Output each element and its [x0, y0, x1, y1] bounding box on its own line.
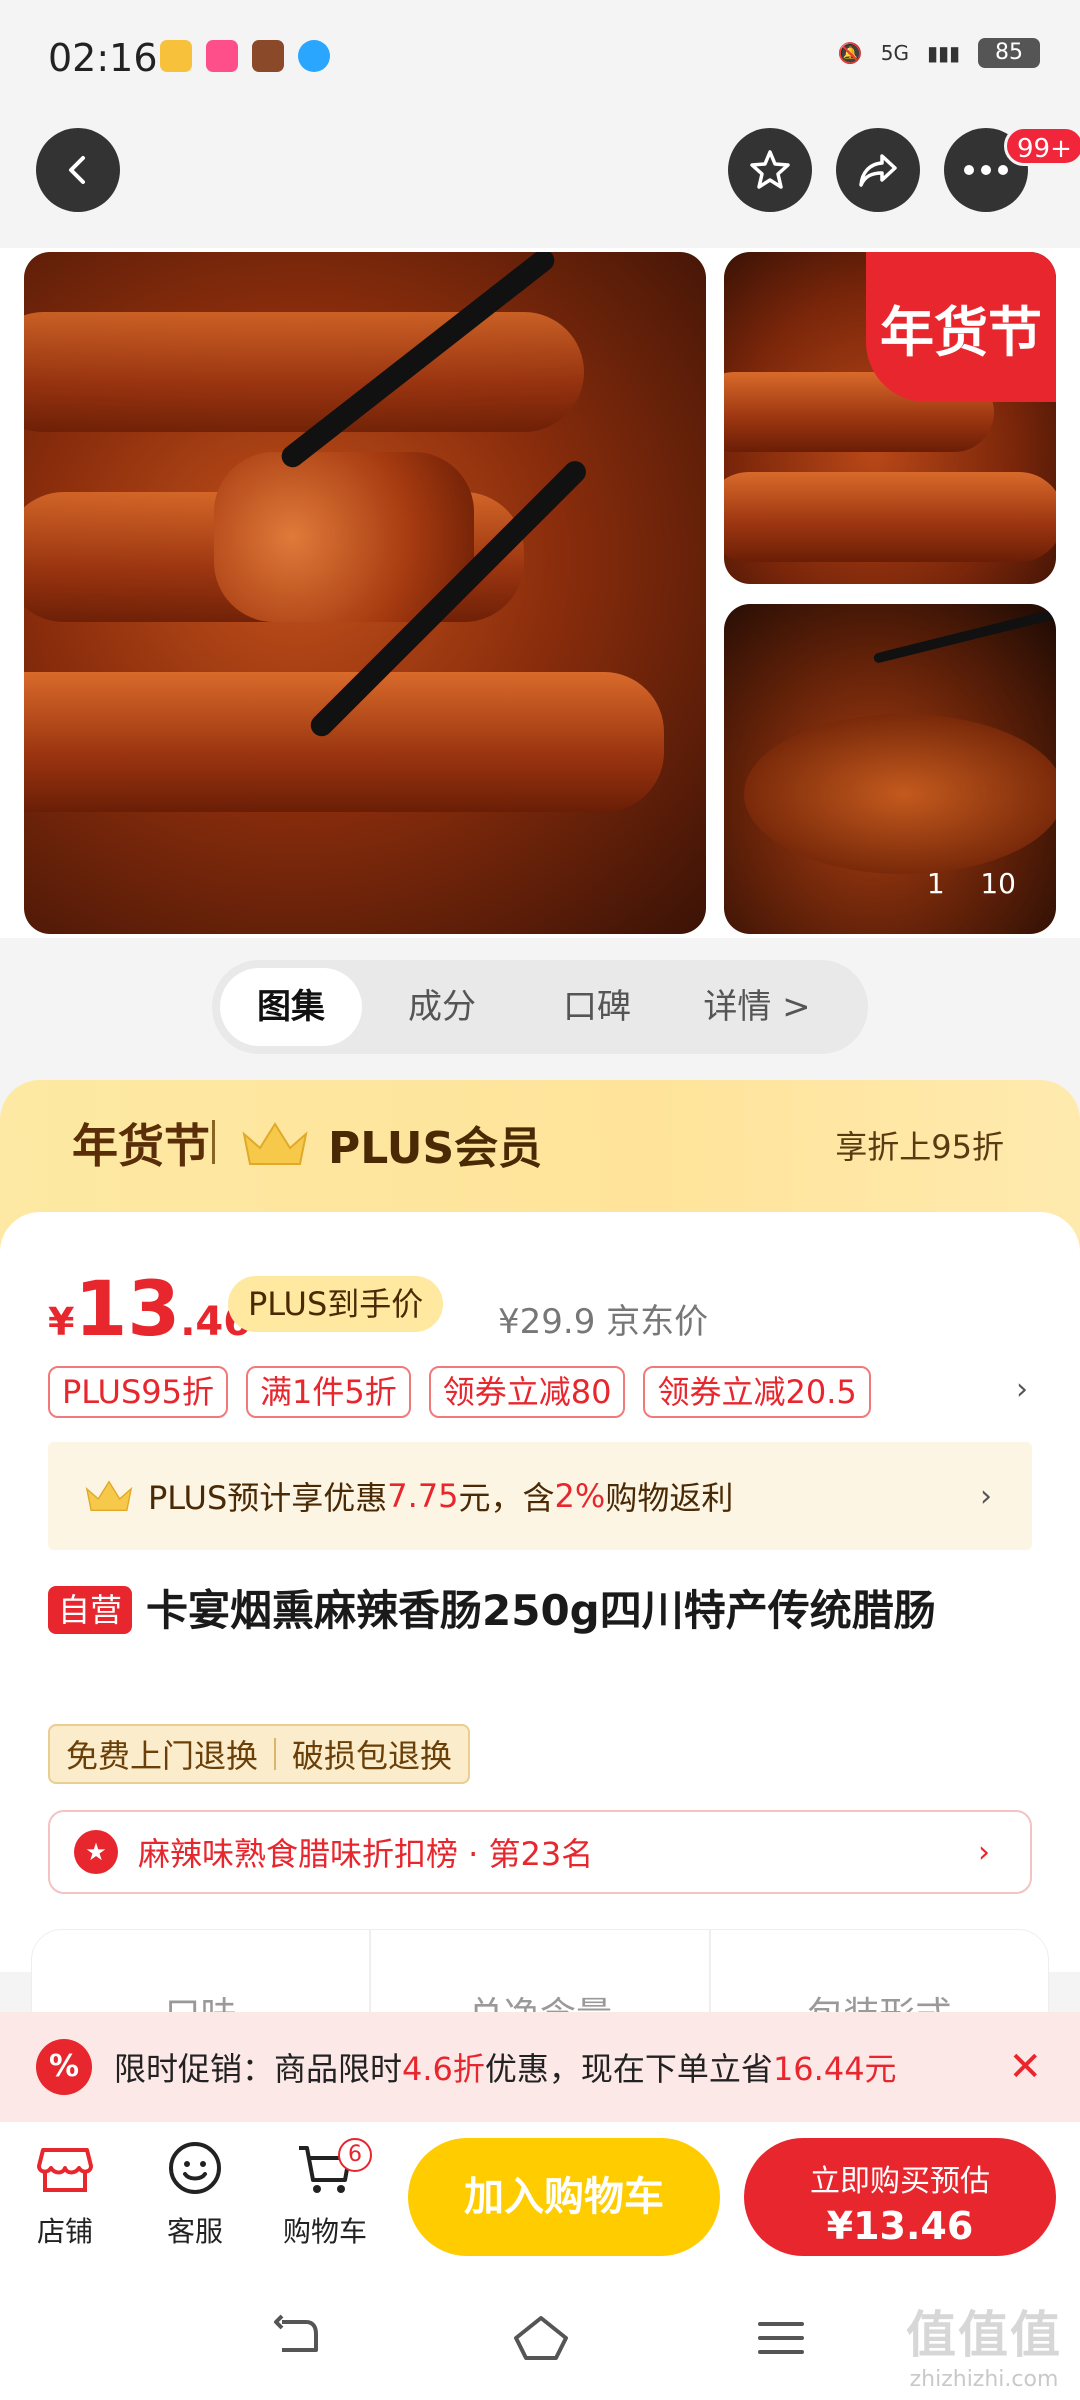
cart-count-badge: 6	[338, 2138, 372, 2172]
watermark: 值值值 zhizhizhi.com	[906, 2295, 1062, 2392]
favorite-button[interactable]	[728, 128, 812, 212]
plate-shape	[744, 714, 1056, 874]
coupon-chip[interactable]: 领券立减80	[428, 1366, 626, 1418]
thumbnail-photo[interactable]: 1 10	[724, 604, 1056, 934]
promo-bar[interactable]: % 限时促销：商品限时 4.6折 优惠，现在下单立省 16.44元 ✕	[0, 2012, 1080, 2122]
tooltip-caret	[886, 2108, 914, 2122]
ranking-text: 麻辣味熟食腊味折扣榜 · 第23名	[138, 1835, 594, 1873]
close-icon[interactable]: ✕	[1008, 2044, 1042, 2090]
app-notification-icon	[160, 40, 192, 72]
image-counter: 1 10	[927, 867, 1016, 900]
service-item: 免费上门退换	[66, 1737, 259, 1775]
service-guarantees[interactable]: 免费上门退换 破损包退换	[48, 1724, 471, 1784]
product-info-card: ¥ 13 .46 PLUS到手价 ¥29.9 京东价 PLUS95折 满1件5折…	[0, 1212, 1080, 1972]
buy-now-button[interactable]: 立即购买预估 ¥13.46	[744, 2138, 1056, 2256]
battery-level: 85	[978, 38, 1040, 68]
coupon-chip[interactable]: 满1件5折	[246, 1366, 411, 1418]
coupon-chip[interactable]: PLUS95折	[48, 1366, 228, 1418]
promo-discount: 4.6折	[402, 2050, 485, 2088]
plus-save-rate: 2%	[554, 1477, 606, 1515]
message-count-badge: 99+	[1004, 126, 1080, 166]
share-button[interactable]	[836, 128, 920, 212]
self-run-badge: 自营	[48, 1586, 133, 1634]
plus-price-tag: PLUS到手价	[228, 1276, 444, 1332]
menu-nav-icon[interactable]	[756, 2312, 806, 2364]
gallery-tabs: 图集 成分 口碑 详情 >	[212, 960, 868, 1054]
mute-icon: 🔕	[837, 41, 863, 65]
chevron-right-icon: ›	[978, 1834, 990, 1870]
crown-icon	[85, 1480, 133, 1511]
image-gallery[interactable]: 年货节 1 10	[0, 248, 1080, 938]
tab-details[interactable]: 详情 >	[672, 968, 842, 1046]
current-price: ¥ 13 .46	[48, 1264, 251, 1353]
medal-icon: ★	[74, 1830, 118, 1874]
network-type: 5G	[880, 41, 909, 65]
status-bar: 02:16 🔕 5G ▮▮▮ 85	[0, 0, 1080, 120]
cart-label: 购物车	[282, 2215, 367, 2248]
chopstick-shape	[872, 605, 1056, 664]
sausage-shape	[24, 312, 584, 432]
star-icon	[750, 150, 790, 189]
percent-icon: %	[36, 2039, 92, 2095]
promo-prefix: 限时促销：商品限时	[114, 2050, 403, 2088]
signal-icon: ▮▮▮	[926, 41, 960, 65]
buy-now-label: 立即购买预估	[810, 2164, 990, 2199]
chevron-right-icon[interactable]: ›	[1016, 1372, 1028, 1407]
promo-saving: 16.44元	[772, 2050, 897, 2088]
chevron-left-icon	[69, 156, 85, 184]
customer-service-label: 客服	[166, 2215, 223, 2248]
qq-notification-icon	[298, 40, 330, 72]
price-symbol: ¥	[48, 1300, 75, 1344]
store-button[interactable]: 店铺	[10, 2136, 120, 2250]
customer-service-button[interactable]: 客服	[140, 2136, 250, 2250]
sausage-shape	[724, 472, 1056, 562]
plus-discount-text: 享折上95折	[835, 1128, 1004, 1166]
store-label: 店铺	[36, 2215, 93, 2248]
ranking-row[interactable]: ★ 麻辣味熟食腊味折扣榜 · 第23名 ›	[48, 1810, 1032, 1894]
home-nav-icon[interactable]	[512, 2312, 570, 2364]
watermark-url: zhizhizhi.com	[909, 2367, 1059, 2392]
system-navigation-bar: 值值值 zhizhizhi.com	[0, 2282, 1080, 2400]
plus-save-prefix: PLUS预计享优惠	[148, 1479, 388, 1517]
main-product-photo[interactable]	[24, 252, 706, 934]
bottom-action-bar: 店铺 客服 购物车 6 加入购物车 立即购买预估 ¥13.46	[0, 2122, 1080, 2282]
more-dots-icon	[964, 165, 1008, 175]
status-indicators: 🔕 5G ▮▮▮ 85	[838, 38, 1040, 68]
tab-reviews[interactable]: 口碑	[522, 968, 672, 1046]
store-icon	[37, 2148, 93, 2192]
service-item: 破损包退换	[292, 1737, 453, 1775]
product-title-text: 卡宴烟熏麻辣香肠250g四川特产传统腊肠	[146, 1586, 936, 1635]
divider	[212, 1120, 215, 1164]
add-to-cart-button[interactable]: 加入购物车	[408, 2138, 720, 2256]
plus-savings-row[interactable]: PLUS预计享优惠 7.75 元，含 2% 购物返利 ›	[48, 1442, 1032, 1550]
app-notification-icon	[206, 40, 238, 72]
promo-mid: 优惠，现在下单立省	[484, 2050, 773, 2088]
tab-gallery[interactable]: 图集	[220, 968, 362, 1046]
back-nav-icon[interactable]	[272, 2312, 324, 2364]
jd-price: ¥29.9 京东价	[498, 1302, 709, 1342]
back-button[interactable]	[36, 128, 120, 212]
festival-badge: 年货节	[866, 252, 1056, 402]
coupon-chip[interactable]: 领券立减20.5	[643, 1366, 871, 1418]
counter-total: 10	[980, 867, 1016, 900]
chat-face-icon	[169, 2142, 221, 2194]
counter-current: 1	[926, 867, 945, 900]
watermark-logo: 值值值	[906, 2306, 1062, 2364]
plus-save-suffix: 购物返利	[605, 1479, 734, 1517]
plus-save-mid: 元，含	[458, 1479, 555, 1517]
festival-logo: 年货节	[72, 1119, 210, 1173]
coupon-chips[interactable]: PLUS95折 满1件5折 领券立减80 领券立减20.5	[48, 1366, 871, 1418]
buy-now-price: ¥13.46	[826, 2204, 974, 2248]
status-time: 02:16	[48, 36, 158, 80]
share-icon	[859, 154, 897, 187]
plus-title: PLUS会员	[328, 1123, 543, 1174]
product-title: 自营 卡宴烟熏麻辣香肠250g四川特产传统腊肠	[48, 1582, 1038, 1640]
crown-icon	[242, 1122, 308, 1165]
chevron-right-icon: ›	[980, 1478, 992, 1514]
price-integer: 13	[74, 1264, 181, 1353]
tab-ingredients[interactable]: 成分	[362, 968, 522, 1046]
plus-save-amount: 7.75	[387, 1477, 459, 1515]
thumbnail-photo[interactable]: 年货节	[724, 252, 1056, 584]
game-notification-icon	[252, 40, 284, 72]
